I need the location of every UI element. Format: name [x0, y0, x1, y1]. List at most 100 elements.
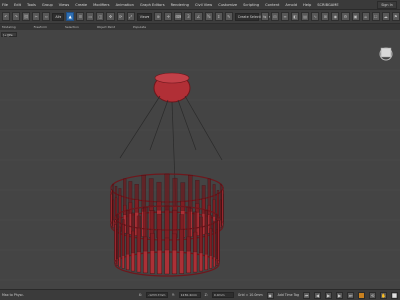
- add-time-tag-icon[interactable]: ◆: [266, 291, 274, 299]
- crystal-panel: [216, 214, 218, 259]
- menu-item-scribgame[interactable]: SCRIBGAME: [317, 3, 338, 7]
- schematic-view-icon[interactable]: ⊞: [321, 12, 330, 21]
- menu-item-civil-view[interactable]: Civil View: [195, 3, 212, 7]
- crystal-panel: [212, 184, 216, 217]
- viewport-label-menu[interactable]: [+][Pe: [1, 32, 17, 37]
- menu-item-edit[interactable]: Edit: [14, 3, 21, 7]
- toggle-scene-explorer-icon[interactable]: ≡: [280, 12, 290, 21]
- select-and-move-icon[interactable]: ✥: [106, 12, 115, 21]
- menu-item-tools[interactable]: Tools: [27, 3, 36, 7]
- orbit-icon[interactable]: ⟲: [369, 291, 376, 299]
- select-and-rotate-icon[interactable]: ⟳: [116, 12, 125, 21]
- align-icon[interactable]: ⊟: [270, 12, 279, 21]
- redo-icon[interactable]: ↷: [12, 12, 21, 21]
- ribbon-tab-modeling[interactable]: Modeling: [2, 25, 16, 29]
- ribbon-tab-freeform[interactable]: Freeform: [34, 25, 47, 29]
- play-icon[interactable]: ▶: [325, 291, 332, 299]
- menu-item-graph-editors[interactable]: Graph Editors: [140, 3, 165, 7]
- crystal-panel: [136, 215, 141, 253]
- go-to-start-icon[interactable]: ⏮: [303, 291, 310, 299]
- reference-coordinate-dropdown[interactable]: View ▾: [136, 12, 153, 21]
- edit-named-selection-icon[interactable]: ✎: [224, 12, 233, 21]
- angle-snap-icon[interactable]: ∠: [194, 12, 203, 21]
- sign-in-button[interactable]: Sign In: [377, 1, 397, 9]
- crystal-panel: [188, 175, 193, 212]
- named-selection-set-dropdown[interactable]: Create Selection Se: [234, 12, 270, 21]
- menu-item-arnold[interactable]: Arnold: [285, 3, 297, 7]
- material-editor-icon[interactable]: ◉: [331, 12, 340, 21]
- y-coordinate-label: Y:: [172, 293, 175, 297]
- menu-item-modifiers[interactable]: Modifiers: [93, 3, 109, 7]
- menu-item-scripting[interactable]: Scripting: [243, 3, 259, 7]
- selection-filter-dropdown[interactable]: All ▾: [52, 12, 65, 21]
- undo-icon[interactable]: ↶: [2, 12, 11, 21]
- window-crossing-icon[interactable]: ◫: [96, 12, 105, 21]
- x-coordinate-field[interactable]: -1233.7mm: [146, 292, 169, 298]
- mirror-icon[interactable]: ⇆: [260, 12, 269, 21]
- render-production-icon[interactable]: ☕: [361, 12, 370, 21]
- pan-view-icon[interactable]: ✋: [380, 291, 387, 299]
- auto-key-button[interactable]: [358, 291, 365, 299]
- a360-gallery-icon[interactable]: ⚑: [391, 12, 400, 21]
- z-coordinate-label: Z:: [204, 293, 208, 297]
- render-in-cloud-icon[interactable]: ☁: [381, 12, 390, 21]
- viewport-scene: [0, 47, 400, 281]
- bind-space-warp-icon[interactable]: ≈: [42, 12, 51, 21]
- snaps-toggle-icon[interactable]: 3: [184, 12, 193, 21]
- menu-item-file[interactable]: File: [2, 3, 8, 7]
- add-time-tag-label: Add Time Tag: [277, 293, 299, 297]
- manipulate-icon[interactable]: ✛: [164, 12, 173, 21]
- toggle-ribbon-icon[interactable]: ▤: [301, 12, 310, 21]
- suspension-wire: [184, 95, 223, 161]
- z-coordinate-field[interactable]: 0.0mm: [211, 292, 234, 298]
- percent-snap-icon[interactable]: %: [204, 12, 213, 21]
- menu-item-create[interactable]: Create: [75, 3, 87, 7]
- crystal-panel: [148, 178, 154, 211]
- render-setup-icon[interactable]: ⚙: [341, 12, 350, 21]
- previous-frame-icon[interactable]: ◀: [314, 291, 321, 299]
- menu-item-group[interactable]: Group: [42, 3, 53, 7]
- ribbon-tab-populate[interactable]: Populate: [133, 25, 146, 29]
- crystal-panel: [164, 173, 170, 211]
- perspective-viewport[interactable]: [0, 30, 400, 289]
- select-and-scale-icon[interactable]: ⤢: [126, 12, 135, 21]
- crystal-panel: [141, 175, 146, 212]
- crystal-panel: [121, 219, 125, 256]
- crystal-panel: [219, 183, 222, 221]
- menu-item-views[interactable]: Views: [59, 3, 69, 7]
- grid-size-text: Grid = 10.0mm: [237, 293, 263, 297]
- menu-item-customize[interactable]: Customize: [218, 3, 237, 7]
- curve-editor-icon[interactable]: ∿: [311, 12, 320, 21]
- reference-coordinate-value: View: [139, 14, 148, 19]
- crystal-panel: [164, 205, 170, 251]
- ribbon-tab-selection[interactable]: Selection: [65, 25, 79, 29]
- x-coordinate-value: -1233.7mm: [148, 293, 166, 297]
- unlink-icon[interactable]: ✂: [32, 12, 41, 21]
- crystal-panel: [123, 178, 127, 216]
- crystal-panel: [209, 215, 213, 256]
- crystal-panel: [149, 210, 155, 251]
- crystal-panel: [131, 212, 135, 254]
- sign-in-label: Sign In: [381, 3, 393, 7]
- pivot-center-icon[interactable]: ⊕: [154, 12, 163, 21]
- maximize-viewport-icon[interactable]: ⬜: [391, 291, 398, 299]
- menu-item-help[interactable]: Help: [303, 3, 311, 7]
- next-frame-icon[interactable]: ▶: [336, 291, 343, 299]
- selection-filter-value: All: [55, 14, 60, 19]
- link-icon[interactable]: ⛓: [22, 12, 31, 21]
- menu-item-rendering[interactable]: Rendering: [171, 3, 189, 7]
- y-coordinate-field[interactable]: 1230.4mm: [178, 292, 201, 298]
- spinner-snap-icon[interactable]: ⇕: [214, 12, 223, 21]
- keyboard-shortcut-override-icon[interactable]: ⌨: [174, 12, 183, 21]
- go-to-end-icon[interactable]: ⏭: [347, 291, 354, 299]
- rectangular-selection-icon[interactable]: ▭: [86, 12, 95, 21]
- select-by-name-icon[interactable]: ☰: [76, 12, 85, 21]
- render-iteration-icon[interactable]: ☐: [371, 12, 380, 21]
- rendered-frame-window-icon[interactable]: ▣: [351, 12, 360, 21]
- select-object-icon[interactable]: ▲: [66, 12, 75, 21]
- toggle-layer-explorer-icon[interactable]: ◧: [291, 12, 300, 21]
- ribbon-tab-object-paint[interactable]: Object Paint: [97, 25, 115, 29]
- menu-item-content[interactable]: Content: [265, 3, 279, 7]
- menu-item-animation[interactable]: Animation: [116, 3, 134, 7]
- crystal-panel: [199, 216, 203, 254]
